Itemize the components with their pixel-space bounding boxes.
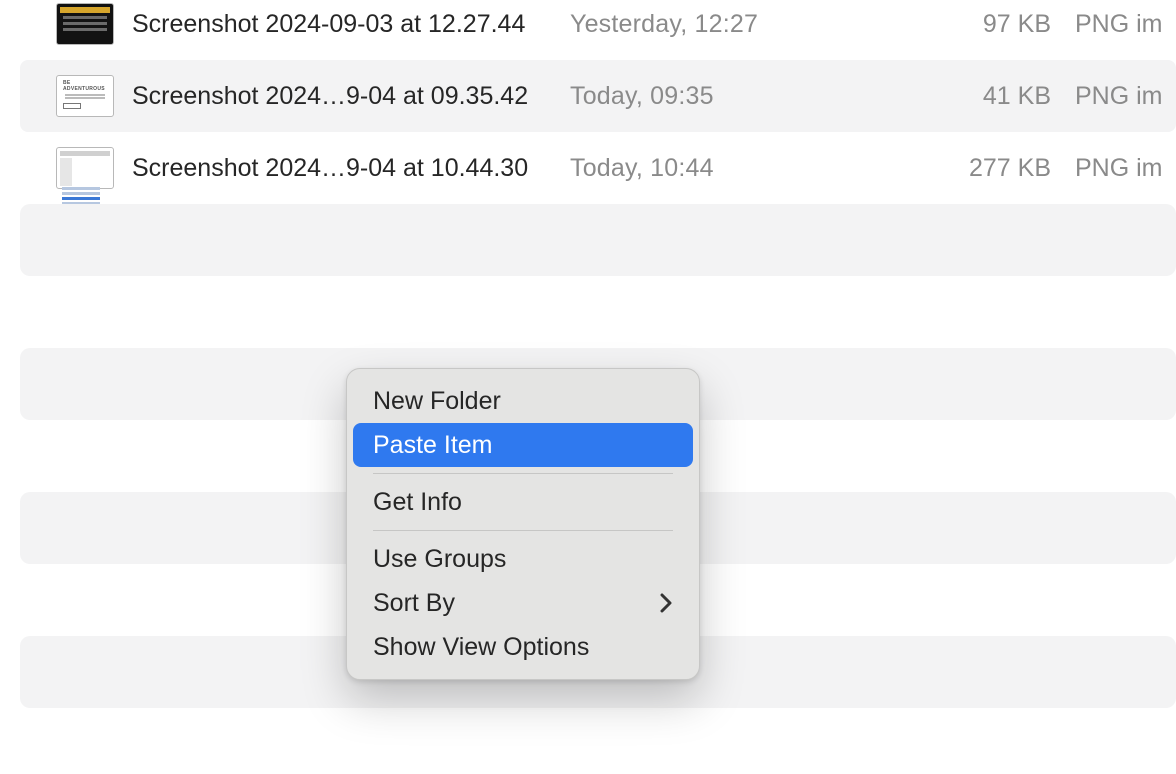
file-size: 277 KB bbox=[900, 154, 1075, 183]
menu-label: Show View Options bbox=[373, 625, 589, 669]
file-size: 41 KB bbox=[900, 82, 1075, 111]
file-kind: PNG im bbox=[1075, 154, 1163, 183]
menu-show-view-options[interactable]: Show View Options bbox=[353, 625, 693, 669]
chevron-right-icon bbox=[659, 593, 673, 613]
file-thumbnail bbox=[56, 3, 114, 45]
file-size: 97 KB bbox=[900, 10, 1075, 39]
empty-row bbox=[20, 708, 1176, 774]
file-thumbnail bbox=[56, 147, 114, 189]
menu-label: Use Groups bbox=[373, 537, 506, 581]
file-name: Screenshot 2024…9-04 at 10.44.30 bbox=[132, 154, 570, 183]
file-date: Yesterday, 12:27 bbox=[570, 10, 900, 39]
file-name: Screenshot 2024…9-04 at 09.35.42 bbox=[132, 82, 570, 111]
menu-separator bbox=[373, 530, 673, 531]
empty-row bbox=[20, 204, 1176, 276]
file-row[interactable]: Screenshot 2024-09-03 at 12.27.44 Yester… bbox=[20, 0, 1176, 60]
menu-label: Sort By bbox=[373, 581, 455, 625]
menu-new-folder[interactable]: New Folder bbox=[353, 379, 693, 423]
menu-separator bbox=[373, 473, 673, 474]
menu-label: Get Info bbox=[373, 480, 462, 524]
file-kind: PNG im bbox=[1075, 82, 1163, 111]
menu-get-info[interactable]: Get Info bbox=[353, 480, 693, 524]
menu-label: New Folder bbox=[373, 379, 501, 423]
file-row[interactable]: BE ADVENTUROUS Screenshot 2024…9-04 at 0… bbox=[20, 60, 1176, 132]
file-date: Today, 10:44 bbox=[570, 154, 900, 183]
empty-row bbox=[20, 276, 1176, 348]
file-row[interactable]: Screenshot 2024…9-04 at 10.44.30 Today, … bbox=[20, 132, 1176, 204]
file-thumbnail: BE ADVENTUROUS bbox=[56, 75, 114, 117]
file-kind: PNG im bbox=[1075, 10, 1163, 39]
file-name: Screenshot 2024-09-03 at 12.27.44 bbox=[132, 10, 570, 39]
context-menu: New Folder Paste Item Get Info Use Group… bbox=[346, 368, 700, 680]
menu-sort-by[interactable]: Sort By bbox=[353, 581, 693, 625]
menu-paste-item[interactable]: Paste Item bbox=[353, 423, 693, 467]
menu-label: Paste Item bbox=[373, 423, 493, 467]
file-date: Today, 09:35 bbox=[570, 82, 900, 111]
menu-use-groups[interactable]: Use Groups bbox=[353, 537, 693, 581]
